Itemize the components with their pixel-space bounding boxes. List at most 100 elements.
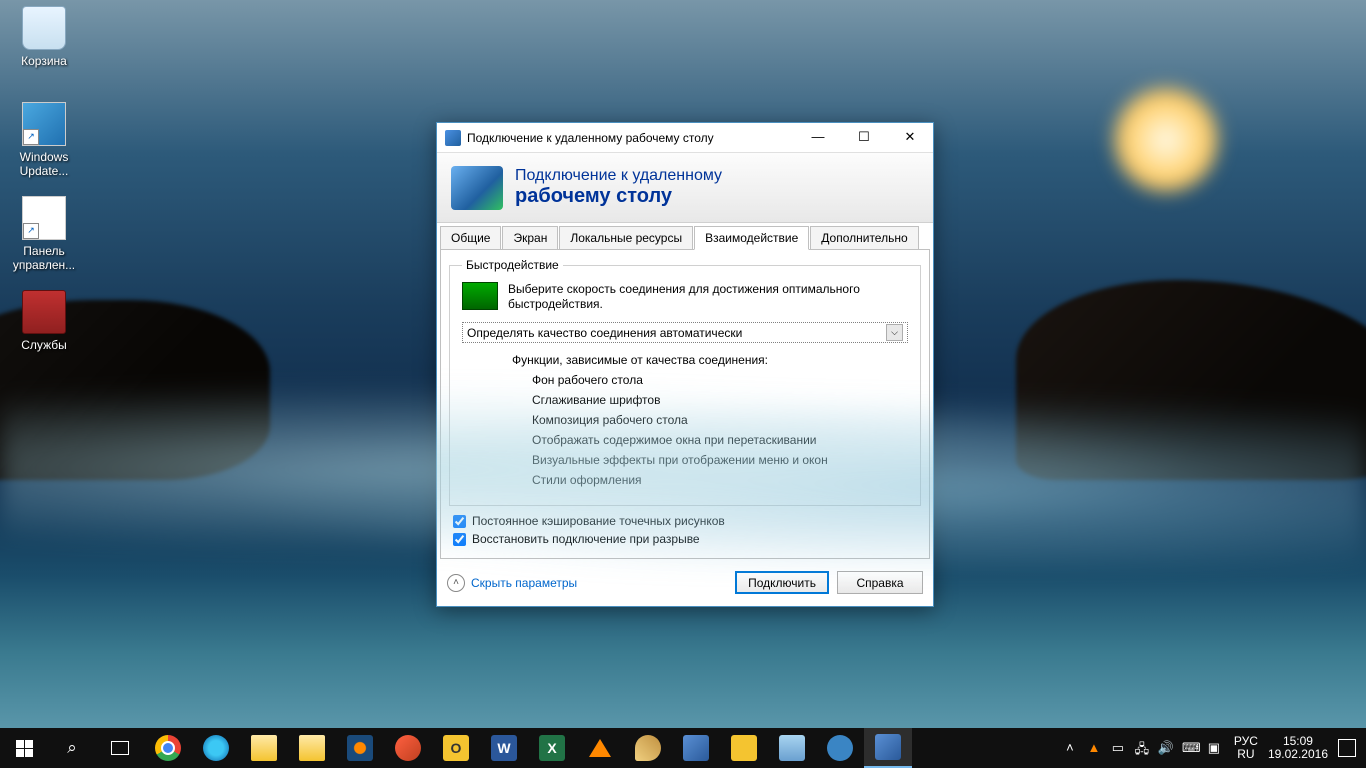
features-sublabel: Функции, зависимые от качества соединени… [512, 353, 908, 367]
snip-icon [395, 735, 421, 761]
taskbar-app-excel[interactable]: X [528, 728, 576, 768]
control-panel-label: Панель управлен... [6, 244, 82, 272]
jdownloader-icon [731, 735, 757, 761]
checkbox-bitmap-caching[interactable]: Постоянное кэширование точечных рисунков [453, 514, 921, 528]
system-tray: ˄ ▲ ▭ 🖧 🔊 ⌨ ▣ [1054, 740, 1230, 756]
feature-desktop-background: Фон рабочего стола [532, 373, 908, 387]
taskbar-app-paint[interactable] [624, 728, 672, 768]
wallpaper-rocks-right [1016, 280, 1366, 480]
close-button[interactable]: ✕ [887, 123, 933, 153]
titlebar[interactable]: Подключение к удаленному рабочему столу … [437, 123, 933, 153]
mediaplayer-icon [347, 735, 373, 761]
recycle-bin-icon [22, 6, 66, 50]
desktop-icon-recycle-bin[interactable]: Корзина [6, 6, 82, 68]
taskbar-app-jdownloader[interactable] [720, 728, 768, 768]
taskbar-app-outlook[interactable]: O [432, 728, 480, 768]
windows-logo-icon [16, 740, 33, 757]
taskbar-app-vlc[interactable] [576, 728, 624, 768]
clock[interactable]: 15:09 19.02.2016 [1262, 735, 1334, 761]
tray-input-icon[interactable]: ⌨ [1182, 740, 1198, 756]
help-button[interactable]: Справка [837, 571, 923, 594]
connection-speed-combo[interactable]: Определять качество соединения автоматич… [462, 322, 908, 343]
ie-icon [203, 735, 229, 761]
word-icon: W [491, 735, 517, 761]
task-view-button[interactable] [96, 728, 144, 768]
taskbar-app-notepad[interactable] [768, 728, 816, 768]
performance-description: Выберите скорость соединения для достиже… [508, 282, 908, 312]
taskbar-app-hwinfo[interactable] [672, 728, 720, 768]
taskbar-app-ie[interactable] [192, 728, 240, 768]
language-indicator[interactable]: РУС RU [1230, 735, 1262, 761]
desktop-icon-services[interactable]: Службы [6, 290, 82, 352]
folder-icon [299, 735, 325, 761]
folder-icon [251, 735, 277, 761]
vlc-icon [589, 739, 611, 757]
outlook-icon: O [443, 735, 469, 761]
taskbar-app-word[interactable]: W [480, 728, 528, 768]
hide-options-link[interactable]: ˄ Скрыть параметры [447, 574, 577, 592]
desktop-icon-windows-update[interactable]: Windows Update... [6, 102, 82, 178]
windows-update-icon [22, 102, 66, 146]
excel-icon: X [539, 735, 565, 761]
tab-content-experience: Быстродействие Выберите скорость соедине… [440, 249, 930, 559]
features-list: Фон рабочего стола Сглаживание шрифтов К… [532, 373, 908, 487]
feature-desktop-composition: Композиция рабочего стола [532, 413, 908, 427]
desktop[interactable]: Корзина Windows Update... Панель управле… [0, 0, 1366, 768]
action-center-button[interactable] [1338, 739, 1356, 757]
windows-update-label: Windows Update... [6, 150, 82, 178]
notepad-icon [779, 735, 805, 761]
checkbox-reconnect-input[interactable] [453, 533, 466, 546]
paint-icon [635, 735, 661, 761]
rdp-app-icon [445, 130, 461, 146]
taskbar-app-telegram[interactable] [816, 728, 864, 768]
tab-local-resources[interactable]: Локальные ресурсы [559, 226, 693, 249]
services-icon [22, 290, 66, 334]
taskbar-app-explorer[interactable] [240, 728, 288, 768]
chevron-up-icon: ˄ [447, 574, 465, 592]
start-button[interactable] [0, 728, 48, 768]
window-title: Подключение к удаленному рабочему столу [467, 131, 795, 145]
checkbox-reconnect-label: Восстановить подключение при разрыве [472, 532, 700, 546]
taskbar-app-snip[interactable] [384, 728, 432, 768]
maximize-button[interactable]: ☐ [841, 123, 887, 153]
banner: Подключение к удаленному рабочему столу [437, 153, 933, 223]
tab-experience[interactable]: Взаимодействие [694, 226, 809, 250]
feature-font-smoothing: Сглаживание шрифтов [532, 393, 908, 407]
recycle-bin-label: Корзина [6, 54, 82, 68]
desktop-icon-control-panel[interactable]: Панель управлен... [6, 196, 82, 272]
tray-volume-icon[interactable]: 🔊 [1158, 740, 1174, 756]
button-row: ˄ Скрыть параметры Подключить Справка [437, 559, 933, 606]
tab-general[interactable]: Общие [440, 226, 501, 249]
banner-line1: Подключение к удаленному [515, 167, 722, 185]
tray-defender-icon[interactable]: ▣ [1206, 740, 1222, 756]
tab-advanced[interactable]: Дополнительно [810, 226, 918, 249]
minimize-button[interactable]: — [795, 123, 841, 153]
performance-icon [462, 282, 498, 310]
taskbar-app-explorer2[interactable] [288, 728, 336, 768]
taskbar-app-mediaplayer[interactable] [336, 728, 384, 768]
rdp-taskbar-icon [875, 734, 901, 760]
connect-button[interactable]: Подключить [735, 571, 829, 594]
combo-selected-value: Определять качество соединения автоматич… [467, 326, 742, 340]
checkbox-bitmap-caching-label: Постоянное кэширование точечных рисунков [472, 514, 725, 528]
performance-legend: Быстродействие [462, 258, 563, 272]
tab-display[interactable]: Экран [502, 226, 558, 249]
tray-network-icon[interactable]: 🖧 [1134, 740, 1150, 756]
lang-line2: RU [1234, 748, 1258, 761]
tray-chevron-up-icon[interactable]: ˄ [1062, 740, 1078, 756]
tab-strip: Общие Экран Локальные ресурсы Взаимодейс… [437, 223, 933, 249]
taskbar-app-rdp[interactable] [864, 728, 912, 768]
task-view-icon [111, 741, 129, 755]
search-icon: ⌕ [67, 738, 77, 758]
chrome-icon [155, 735, 181, 761]
hide-options-label: Скрыть параметры [471, 576, 577, 590]
checkbox-bitmap-caching-input[interactable] [453, 515, 466, 528]
tray-battery-icon[interactable]: ▭ [1110, 740, 1126, 756]
feature-window-drag-contents: Отображать содержимое окна при перетаски… [532, 433, 908, 447]
search-button[interactable]: ⌕ [48, 728, 96, 768]
taskbar-app-chrome[interactable] [144, 728, 192, 768]
chevron-down-icon: ⌵ [886, 324, 903, 341]
checkbox-reconnect[interactable]: Восстановить подключение при разрыве [453, 532, 921, 546]
tray-vlc-icon[interactable]: ▲ [1086, 740, 1102, 756]
control-panel-icon [22, 196, 66, 240]
